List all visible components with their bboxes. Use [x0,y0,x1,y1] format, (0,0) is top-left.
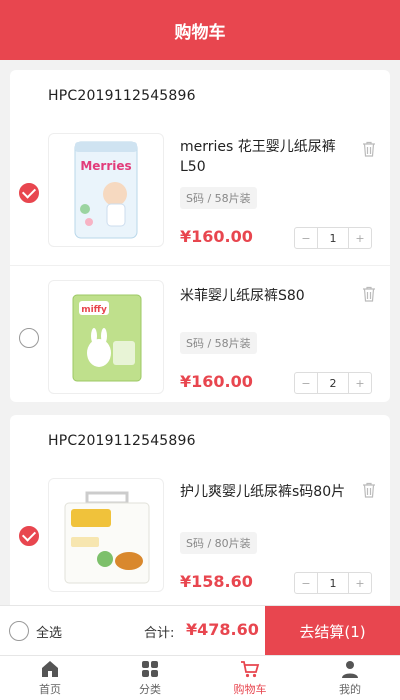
select-all-label[interactable]: 全选 [36,622,62,641]
product-spec[interactable]: S码 / 58片装 [180,187,257,209]
tab-cart[interactable]: 购物车 [200,656,300,700]
quantity-value[interactable]: 1 [317,228,349,248]
tab-label: 首页 [39,683,61,696]
increase-button[interactable]: + [349,228,371,248]
product-image[interactable] [48,478,164,592]
store-card: HPC2019112545896 Merries merries 花王婴儿纸尿裤… [10,70,390,402]
quantity-value[interactable]: 2 [317,373,349,393]
bottom-tab-bar: 首页 分类 购物车 我的 [0,655,400,700]
product-name[interactable]: merries 花王婴儿纸尿裤L50 [180,137,350,177]
cart-item: miffy 米菲婴儿纸尿裤S80 S码 / 58片装 ¥160.00 − 2 + [10,265,390,415]
product-price: ¥158.60 [180,572,253,591]
cart-icon [241,661,260,678]
item-checkbox[interactable] [19,526,39,546]
trash-icon[interactable] [362,141,376,157]
quantity-value[interactable]: 1 [317,573,349,593]
tab-label: 我的 [339,683,361,696]
item-checkbox[interactable] [19,183,39,203]
checkout-bar: 全选 合计: ¥478.60 去结算(1) [0,605,400,656]
page-title: 购物车 [174,22,226,43]
increase-button[interactable]: + [349,573,371,593]
product-name[interactable]: 护儿爽婴儿纸尿裤s码80片 [180,482,350,502]
decrease-button[interactable]: − [295,573,317,593]
increase-button[interactable]: + [349,373,371,393]
decrease-button[interactable]: − [295,228,317,248]
decrease-button[interactable]: − [295,373,317,393]
store-card: HPC2019112545896 护儿爽婴儿纸尿裤s码80片 S码 / 80片装… [10,415,390,605]
product-spec[interactable]: S码 / 58片装 [180,332,257,354]
item-checkbox[interactable] [19,328,39,348]
tab-label: 分类 [139,683,161,696]
brand-logo: miffy [81,305,107,315]
tab-home[interactable]: 首页 [0,656,100,700]
product-spec[interactable]: S码 / 80片装 [180,532,257,554]
order-number: HPC2019112545896 [48,433,196,449]
product-image[interactable]: miffy [48,280,164,394]
total-amount: ¥478.60 [186,620,259,639]
cart-item: Merries merries 花王婴儿纸尿裤L50 S码 / 58片装 ¥16… [10,115,390,265]
grid-icon [142,661,158,677]
trash-icon[interactable] [362,286,376,302]
brand-logo: Merries [80,159,131,173]
cart-item: 护儿爽婴儿纸尿裤s码80片 S码 / 80片装 ¥158.60 − 1 + [10,460,390,605]
order-number: HPC2019112545896 [48,88,196,104]
product-name[interactable]: 米菲婴儿纸尿裤S80 [180,286,350,306]
quantity-stepper[interactable]: − 1 + [294,227,372,249]
user-icon [342,661,358,678]
home-icon [42,661,58,677]
tab-mine[interactable]: 我的 [300,656,400,700]
select-all-checkbox[interactable] [9,621,29,641]
quantity-stepper[interactable]: − 1 + [294,572,372,594]
tab-category[interactable]: 分类 [100,656,200,700]
product-price: ¥160.00 [180,227,253,246]
tab-label: 购物车 [233,683,267,696]
total-label: 合计: [144,626,175,641]
checkout-button[interactable]: 去结算(1) [265,606,400,656]
cart-list[interactable]: HPC2019112545896 Merries merries 花王婴儿纸尿裤… [0,60,400,605]
product-price: ¥160.00 [180,372,253,391]
product-image[interactable]: Merries [48,133,164,247]
quantity-stepper[interactable]: − 2 + [294,372,372,394]
page-header: 购物车 [0,0,400,60]
trash-icon[interactable] [362,482,376,498]
